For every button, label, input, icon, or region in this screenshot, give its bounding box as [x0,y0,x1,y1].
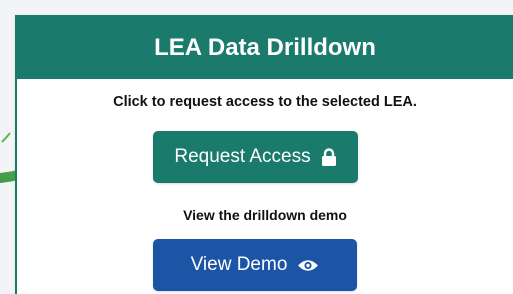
request-access-button[interactable]: Request Access [153,131,358,183]
view-demo-button[interactable]: View Demo [153,239,357,291]
card-header: LEA Data Drilldown [17,17,513,79]
lea-drilldown-card: LEA Data Drilldown Click to request acce… [15,15,513,294]
eye-icon [297,258,319,273]
access-instruction: Click to request access to the selected … [113,94,417,110]
lock-icon [321,147,337,167]
demo-instruction: View the drilldown demo [183,207,347,223]
view-demo-label: View Demo [190,254,288,275]
request-access-label: Request Access [174,146,311,167]
card-title: LEA Data Drilldown [154,34,376,61]
